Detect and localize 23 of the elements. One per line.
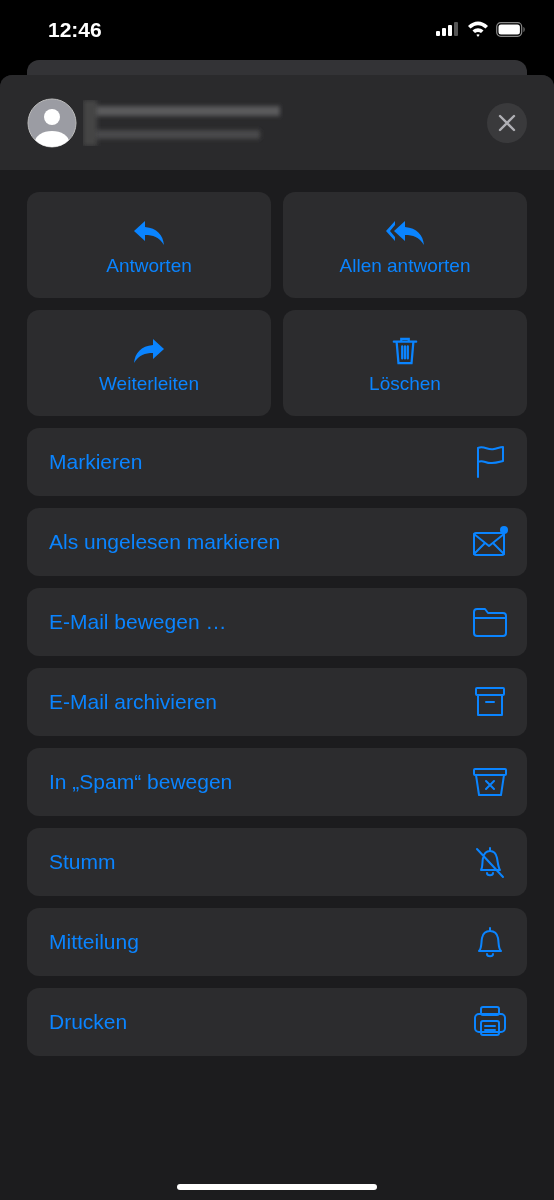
action-button[interactable]: Allen antworten [283, 192, 527, 298]
action-button[interactable]: Löschen [283, 310, 527, 416]
menu-item[interactable]: Als ungelesen markieren [27, 508, 527, 576]
forward-arrow-icon [133, 337, 165, 365]
action-button[interactable]: Weiterleiten [27, 310, 271, 416]
signal-icon [436, 22, 460, 36]
avatar-icon [27, 97, 77, 148]
menu-item[interactable]: Markieren [27, 428, 527, 496]
wifi-icon [467, 21, 489, 37]
close-icon [498, 113, 516, 132]
close-button[interactable] [487, 102, 527, 143]
menu-item[interactable]: Drucken [27, 988, 527, 1056]
menu-item[interactable]: E-Mail bewegen … [27, 588, 527, 656]
menu-item[interactable]: Mitteilung [27, 908, 527, 976]
menu-item[interactable]: Stumm [27, 828, 527, 896]
clock-time: 12:46 [48, 18, 102, 42]
battery-icon [496, 21, 526, 37]
reply-arrow-icon [133, 219, 165, 247]
double-reply-arrow-icon [385, 219, 425, 247]
menu-item[interactable]: In „Spam“ bewegen [27, 748, 527, 816]
trash-icon [392, 337, 418, 365]
action-button[interactable]: Antworten [27, 192, 271, 298]
menu-item[interactable]: E-Mail archivieren [27, 668, 527, 736]
